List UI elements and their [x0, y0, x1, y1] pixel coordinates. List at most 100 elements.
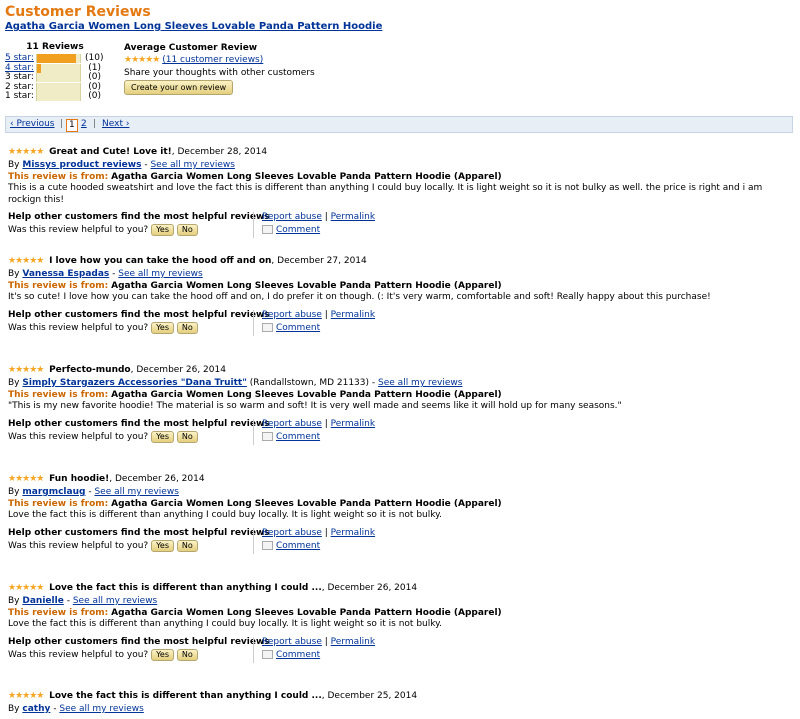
histogram-bar: [36, 82, 81, 92]
reviewer-name-link[interactable]: Simply Stargazers Accessories "Dana Trui…: [22, 378, 247, 388]
yes-button[interactable]: Yes: [151, 648, 174, 661]
customer-reviews-link[interactable]: (11 customer reviews): [162, 55, 263, 65]
action-separator: |: [324, 527, 328, 538]
divider: [253, 309, 254, 336]
histogram-count: (0): [88, 91, 101, 102]
permalink-link[interactable]: Permalink: [331, 419, 375, 429]
pager-separator: |: [60, 119, 64, 129]
reviewer-name-link[interactable]: Danielle: [22, 596, 63, 606]
average-review: Average Customer Review ★★★★★ (11 custom…: [124, 42, 344, 95]
share-text: Share your thoughts with other customers: [124, 68, 315, 78]
see-all-reviews-link[interactable]: See all my reviews: [59, 704, 143, 714]
byline-dash: -: [88, 487, 92, 497]
review-item: ★★★★★ Perfecto-mundo, December 26, 2014 B…: [8, 364, 798, 449]
histogram-bar-fill: [37, 54, 77, 63]
histogram-row: 1 star: (0): [5, 92, 115, 102]
reviewer-name-link[interactable]: margmclaug: [22, 487, 85, 497]
no-button[interactable]: No: [176, 224, 198, 236]
yes-button[interactable]: Yes: [151, 321, 174, 334]
report-abuse-link[interactable]: Report abuse: [262, 310, 322, 320]
histogram-bar: [36, 73, 81, 83]
reviews-count-heading: 11 Reviews: [26, 42, 84, 52]
yes-button[interactable]: Yes: [151, 430, 174, 443]
histogram-bar: [36, 54, 81, 63]
helpful-question-row: Was this review helpful to you? Yes No: [8, 224, 408, 236]
review-date: , December 27, 2014: [271, 256, 367, 266]
review-from-product: Agatha Garcia Women Long Sleeves Lovable…: [111, 280, 502, 291]
review-from-line: This review is from: Agatha Garcia Women…: [8, 499, 798, 511]
previous-page-link[interactable]: ‹ Previous: [10, 117, 55, 132]
see-all-reviews-link[interactable]: See all my reviews: [150, 160, 234, 170]
review-stars-icon: ★★★★★: [8, 583, 44, 593]
permalink-link[interactable]: Permalink: [331, 637, 375, 647]
review-title: Love the fact this is different than any…: [49, 583, 322, 593]
header: Customer Reviews Agatha Garcia Women Lon…: [5, 4, 382, 33]
comment-link[interactable]: Comment: [276, 541, 320, 551]
report-abuse-link[interactable]: Report abuse: [262, 637, 322, 647]
review-from-line: This review is from: Agatha Garcia Women…: [8, 390, 798, 402]
no-button[interactable]: No: [176, 430, 198, 443]
review-title-row: ★★★★★ Fun hoodie!, December 26, 2014: [8, 473, 798, 485]
see-all-reviews-link[interactable]: See all my reviews: [118, 269, 202, 279]
permalink-link[interactable]: Permalink: [331, 310, 375, 320]
report-abuse-link[interactable]: Report abuse: [262, 212, 322, 222]
report-abuse-link[interactable]: Report abuse: [262, 528, 322, 538]
review-byline: By Danielle - See all my reviews: [8, 596, 798, 608]
no-button[interactable]: No: [176, 321, 198, 334]
report-abuse-link[interactable]: Report abuse: [262, 419, 322, 429]
comment-icon: [262, 225, 273, 234]
comment-row[interactable]: Comment: [262, 431, 320, 442]
comment-link[interactable]: Comment: [276, 323, 320, 333]
review-helpful-section: Help other customers find the most helpf…: [8, 309, 798, 340]
review-actions: Report abuse | Permalink: [262, 212, 375, 222]
product-link[interactable]: Agatha Garcia Women Long Sleeves Lovable…: [5, 20, 382, 33]
review-stars-icon: ★★★★★: [8, 474, 44, 484]
review-helpful-section: Help other customers find the most helpf…: [8, 636, 798, 667]
reviewer-name-link[interactable]: cathy: [22, 704, 50, 714]
comment-link[interactable]: Comment: [276, 225, 320, 235]
yes-button[interactable]: Yes: [151, 224, 174, 236]
review-date: , December 26, 2014: [321, 583, 418, 593]
reviewer-name-link[interactable]: Missys product reviews: [22, 160, 141, 170]
comment-link[interactable]: Comment: [276, 432, 320, 442]
review-title-row: ★★★★★ Love the fact this is different th…: [8, 690, 798, 702]
page-title: Customer Reviews: [5, 4, 151, 20]
create-review-button[interactable]: Create your own review: [124, 80, 234, 95]
review-byline: By margmclaug - See all my reviews: [8, 487, 798, 499]
review-title-row: ★★★★★ Perfecto-mundo, December 26, 2014: [8, 364, 798, 376]
comment-row[interactable]: Comment: [262, 649, 320, 660]
histogram-bar: [36, 63, 81, 73]
yes-button[interactable]: Yes: [151, 539, 174, 552]
page-2-link[interactable]: 2: [81, 117, 87, 132]
review-actions: Report abuse | Permalink: [262, 310, 375, 320]
review-title-row: ★★★★★ Great and Cute! Love it!, December…: [8, 146, 798, 158]
review-body: It's so cute! I love how you can take th…: [8, 292, 711, 302]
comment-link[interactable]: Comment: [276, 650, 320, 660]
no-button[interactable]: No: [176, 648, 198, 661]
see-all-reviews-link[interactable]: See all my reviews: [378, 378, 462, 388]
histogram-bar-fill: [37, 63, 41, 73]
review-item: ★★★★★ Love the fact this is different th…: [8, 690, 798, 716]
review-helpful-section: Help other customers find the most helpf…: [8, 418, 798, 449]
see-all-reviews-link[interactable]: See all my reviews: [73, 596, 157, 606]
permalink-link[interactable]: Permalink: [331, 212, 375, 222]
helpful-question-row: Was this review helpful to you? Yes No: [8, 539, 408, 552]
pagination: ‹ Previous | 1 2 | Next ›: [5, 116, 793, 133]
review-byline: By Simply Stargazers Accessories "Dana T…: [8, 378, 798, 390]
review-from-label: This review is from:: [8, 171, 109, 182]
comment-row[interactable]: Comment: [262, 540, 320, 551]
review-actions: Report abuse | Permalink: [262, 528, 375, 538]
review-from-label: This review is from:: [8, 607, 109, 618]
no-button[interactable]: No: [176, 539, 198, 552]
review-from-product: Agatha Garcia Women Long Sleeves Lovable…: [111, 607, 502, 618]
see-all-reviews-link[interactable]: See all my reviews: [94, 487, 178, 497]
review-byline: By Vanessa Espadas - See all my reviews: [8, 269, 798, 281]
permalink-link[interactable]: Permalink: [331, 528, 375, 538]
by-label: By: [8, 596, 20, 606]
reviewer-name-link[interactable]: Vanessa Espadas: [22, 269, 109, 279]
review-stars-icon: ★★★★★: [8, 147, 44, 157]
next-page-link[interactable]: Next ›: [102, 117, 129, 132]
average-heading: Average Customer Review: [124, 43, 258, 53]
comment-row[interactable]: Comment: [262, 225, 320, 235]
comment-row[interactable]: Comment: [262, 322, 320, 333]
